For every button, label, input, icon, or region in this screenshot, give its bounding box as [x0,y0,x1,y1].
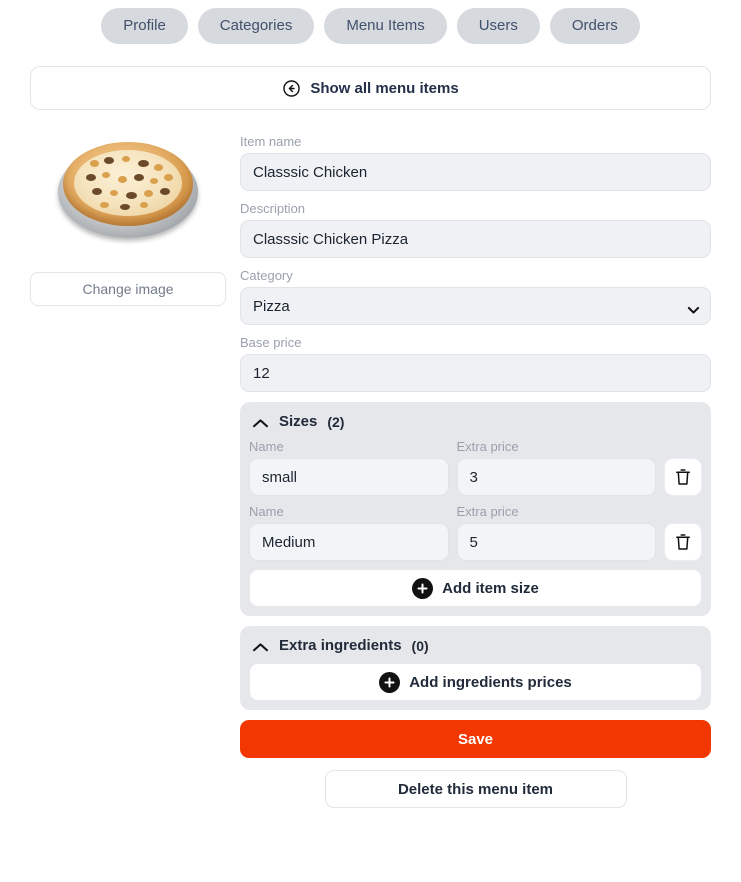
main-navigation: Profile Categories Menu Items Users Orde… [0,0,741,44]
tab-profile[interactable]: Profile [101,8,188,44]
menu-item-editor: Change image Item name Description Categ… [0,110,741,808]
show-all-menu-items-label: Show all menu items [310,79,459,97]
chevron-up-icon [252,416,269,428]
description-input[interactable] [240,220,711,258]
change-image-button[interactable]: Change image [30,272,226,306]
pizza-topping [126,192,137,199]
pizza-topping [144,190,153,197]
save-label: Save [457,730,494,748]
plus-circle-icon [412,577,434,599]
pizza-topping [104,157,114,164]
tab-orders[interactable]: Orders [549,8,640,44]
show-all-menu-items-button[interactable]: Show all menu items [30,66,711,110]
tab-label: Users [478,17,518,34]
size-price-field: Extra price [456,504,656,561]
pizza-topping [134,174,144,181]
trash-icon [675,468,691,486]
delete-menu-item-button[interactable]: Delete this menu item [324,770,627,808]
chevron-up-icon [252,640,269,652]
plus-circle-icon [379,671,401,693]
base-price-input[interactable] [240,354,711,392]
save-button[interactable]: Save [240,720,711,758]
sizes-panel-count: (2) [327,413,345,430]
add-ingredients-prices-label: Add ingredients prices [409,673,572,691]
extra-ingredients-panel-count: (0) [411,637,429,654]
pizza-topping [140,202,148,208]
delete-size-button[interactable] [664,523,702,561]
pizza-topping [154,164,163,171]
size-price-label: Extra price [456,439,519,454]
tab-label: Orders [571,17,618,34]
tab-label: Menu Items [346,17,425,34]
tab-users[interactable]: Users [456,8,540,44]
add-item-size-label: Add item size [442,579,539,597]
size-name-field: Name [249,504,449,561]
extra-ingredients-panel: Extra ingredients (0) Add ingredients pr… [240,626,711,710]
category-selected-value: Pizza [253,297,290,315]
size-price-input[interactable] [456,458,656,496]
sizes-panel-toggle[interactable]: Sizes (2) [249,413,702,439]
tab-label: Categories [219,17,293,34]
pizza-topping [138,160,149,167]
delete-button-container: Delete this menu item [240,770,711,808]
trash-icon [675,533,691,551]
pizza-topping [118,176,127,183]
size-row: Name Extra price [249,504,702,561]
pizza-topping [110,190,118,196]
backbar-container: Show all menu items [0,44,741,110]
size-name-label: Name [249,439,284,454]
pizza-topping [90,160,99,167]
pizza-topping [100,202,109,208]
form-column: Item name Description Category Pizza Bas… [240,134,711,808]
add-item-size-button[interactable]: Add item size [249,569,702,607]
category-label: Category [240,268,293,283]
tab-menu-items[interactable]: Menu Items [324,8,447,44]
pizza-topping [86,174,96,181]
tab-categories[interactable]: Categories [197,8,315,44]
image-column: Change image [30,134,226,306]
size-name-input[interactable] [249,523,449,561]
size-price-field: Extra price [456,439,656,496]
pizza-topping [122,156,130,162]
change-image-label: Change image [82,281,174,297]
size-price-input[interactable] [456,523,656,561]
size-name-label: Name [249,504,284,519]
pizza-topping [150,178,158,184]
menu-item-image [30,134,226,246]
category-select-wrapper: Pizza [240,287,711,325]
page-root: Profile Categories Menu Items Users Orde… [0,0,741,882]
circle-arrow-left-icon [282,79,301,98]
tab-label: Profile [123,17,166,34]
size-price-label: Extra price [456,504,519,519]
extra-ingredients-panel-toggle[interactable]: Extra ingredients (0) [249,637,702,663]
size-name-input[interactable] [249,458,449,496]
size-name-field: Name [249,439,449,496]
base-price-label: Base price [240,335,302,350]
pizza-topping [102,172,110,178]
sizes-panel-title: Sizes [279,413,318,430]
delete-label: Delete this menu item [397,780,554,798]
pizza-topping [92,188,102,195]
description-label: Description [240,201,306,216]
pizza-topping [164,174,173,181]
pizza-topping [160,188,170,195]
delete-size-button[interactable] [664,458,702,496]
sizes-panel: Sizes (2) Name Extra price [240,402,711,616]
extra-ingredients-panel-title: Extra ingredients [279,637,402,654]
size-row: Name Extra price [249,439,702,496]
category-select[interactable]: Pizza [240,287,711,325]
add-ingredients-prices-button[interactable]: Add ingredients prices [249,663,702,701]
item-name-input[interactable] [240,153,711,191]
item-name-label: Item name [240,134,302,149]
pizza-topping [120,204,130,210]
